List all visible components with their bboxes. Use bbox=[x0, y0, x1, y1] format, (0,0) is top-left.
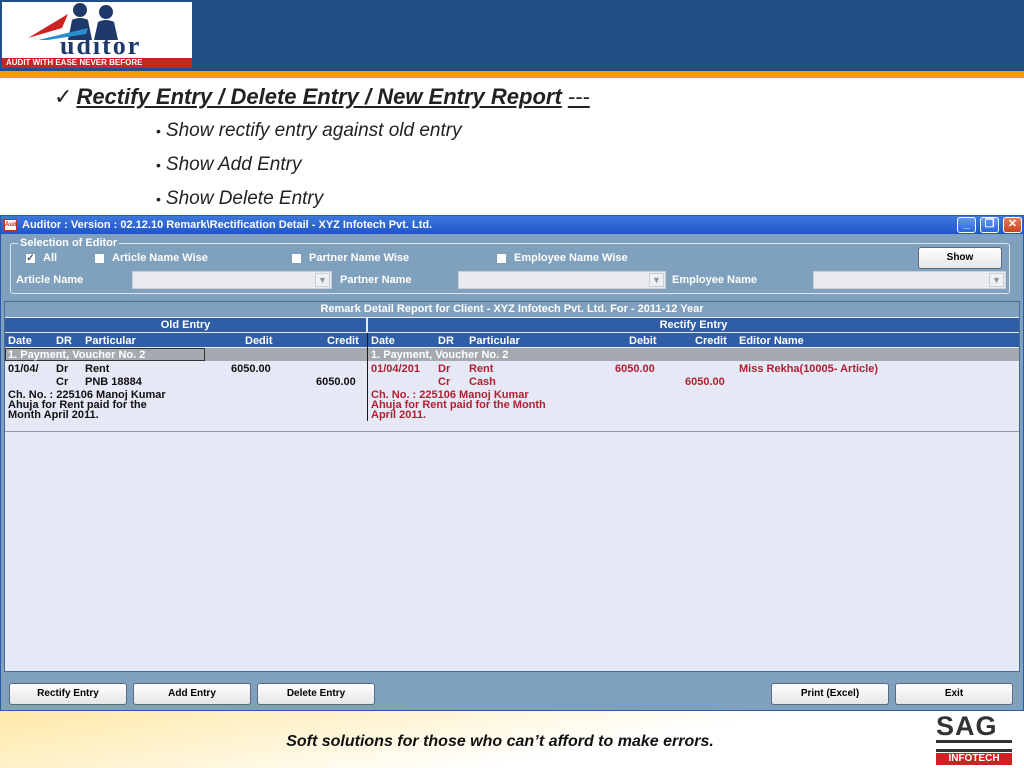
col-particular: Particular bbox=[469, 335, 520, 347]
checkmark-icon: ✓ bbox=[54, 84, 73, 109]
slide-footer: Soft solutions for those who can’t affor… bbox=[0, 711, 1024, 768]
col-dr: DR bbox=[438, 335, 454, 347]
footer-tagline: Soft solutions for those who can’t affor… bbox=[286, 733, 714, 750]
heading-text: Rectify Entry / Delete Entry / New Entry… bbox=[76, 84, 562, 109]
bullet-text: Show Delete Entry bbox=[165, 188, 324, 209]
option-article-name-wise[interactable]: Article Name Wise bbox=[94, 252, 208, 264]
add-entry-button[interactable]: Add Entry bbox=[133, 683, 251, 705]
rectify-row-editor: Miss Rekha(10005- Article) bbox=[739, 363, 878, 375]
logo-tagline: AUDIT WITH EASE NEVER BEFORE bbox=[2, 58, 192, 68]
sag-logo-lines bbox=[936, 740, 1012, 752]
rectify-row-particular: Cash bbox=[469, 376, 496, 388]
rectify-group-label: 1. Payment, Voucher No. 2 bbox=[371, 349, 509, 361]
window-titlebar[interactable]: Aud Auditor : Version : 02.12.10 Remark\… bbox=[1, 216, 1023, 234]
window-title: Auditor : Version : 02.12.10 Remark\Rect… bbox=[22, 219, 433, 231]
minimize-icon[interactable]: _ bbox=[957, 217, 976, 233]
old-group-label: 1. Payment, Voucher No. 2 bbox=[8, 349, 146, 361]
checkbox-icon[interactable] bbox=[94, 252, 105, 264]
group-row-fill bbox=[205, 348, 367, 361]
pane-divider bbox=[367, 333, 368, 421]
option-employee-name-wise[interactable]: Employee Name Wise bbox=[496, 252, 628, 264]
col-debit: Debit bbox=[629, 335, 657, 347]
col-credit: Credit bbox=[327, 335, 359, 347]
exit-button[interactable]: Exit bbox=[895, 683, 1013, 705]
col-date: Date bbox=[371, 335, 395, 347]
report-area[interactable]: Remark Detail Report for Client - XYZ In… bbox=[4, 301, 1020, 672]
old-row-particular: PNB 18884 bbox=[85, 376, 142, 388]
bullet-dot-icon: • bbox=[156, 123, 161, 139]
bullet-item: • Show Add Entry bbox=[156, 154, 301, 176]
col-debit: Dedit bbox=[245, 335, 273, 347]
rectify-row-date: 01/04/201 bbox=[371, 363, 420, 375]
old-row-credit: 6050.00 bbox=[316, 376, 356, 388]
app-icon: Aud bbox=[4, 219, 17, 231]
checkbox-checked-icon[interactable]: ✓ bbox=[25, 252, 36, 264]
checkbox-icon[interactable] bbox=[291, 252, 302, 264]
report-title: Remark Detail Report for Client - XYZ In… bbox=[5, 302, 1019, 317]
old-row-dr: Dr bbox=[56, 363, 69, 375]
bullet-text: Show rectify entry against old entry bbox=[165, 120, 462, 141]
old-row-particular: Rent bbox=[85, 363, 110, 375]
col-particular: Particular bbox=[85, 335, 136, 347]
selection-group-title: Selection of Editor bbox=[18, 237, 120, 249]
sag-infotech-logo: SAG INFOTECH bbox=[934, 711, 1014, 765]
selection-panel: Selection of Editor ✓ All Article Name W… bbox=[4, 236, 1020, 298]
chevron-down-icon[interactable]: ▼ bbox=[649, 273, 664, 287]
option-label: Employee Name Wise bbox=[514, 252, 628, 264]
old-row-date: 01/04/ bbox=[8, 363, 39, 375]
chevron-down-icon[interactable]: ▼ bbox=[989, 273, 1004, 287]
rectify-entry-button[interactable]: Rectify Entry bbox=[9, 683, 127, 705]
option-label: Article Name Wise bbox=[112, 252, 208, 264]
col-dr: DR bbox=[56, 335, 72, 347]
bullet-dot-icon: • bbox=[156, 191, 161, 207]
restore-icon[interactable]: ❐ bbox=[980, 217, 999, 233]
button-bar: Rectify Entry Add Entry Delete Entry Pri… bbox=[4, 676, 1020, 708]
employee-name-select[interactable]: ▼ bbox=[813, 271, 1006, 289]
col-editor-name: Editor Name bbox=[739, 335, 804, 347]
rectify-narration: April 2011. bbox=[371, 409, 427, 421]
employee-name-label: Employee Name bbox=[672, 274, 757, 286]
old-entry-header: Old Entry bbox=[5, 318, 366, 332]
sag-logo-subtext: INFOTECH bbox=[936, 753, 1012, 765]
option-label: All bbox=[43, 252, 58, 264]
old-row-debit: 6050.00 bbox=[231, 363, 271, 375]
slide-header: uditor AUDIT WITH EASE NEVER BEFORE bbox=[0, 0, 1024, 78]
old-narration: Month April 2011. bbox=[8, 409, 99, 421]
bullet-item: • Show Delete Entry bbox=[156, 188, 323, 210]
report-row-end-line bbox=[5, 431, 1019, 432]
show-button[interactable]: Show bbox=[918, 247, 1002, 269]
rectify-entry-header: Rectify Entry bbox=[368, 318, 1019, 332]
delete-entry-button[interactable]: Delete Entry bbox=[257, 683, 375, 705]
close-icon[interactable]: ✕ bbox=[1003, 217, 1022, 233]
col-date: Date bbox=[8, 335, 32, 347]
rectify-row-dr: Cr bbox=[438, 376, 451, 388]
bullet-item: • Show rectify entry against old entry bbox=[156, 120, 462, 142]
rectify-row-dr: Dr bbox=[438, 363, 451, 375]
option-partner-name-wise[interactable]: Partner Name Wise bbox=[291, 252, 409, 264]
rectify-row-debit: 6050.00 bbox=[615, 363, 655, 375]
article-name-label: Article Name bbox=[16, 274, 84, 286]
app-window: Aud Auditor : Version : 02.12.10 Remark\… bbox=[0, 215, 1024, 711]
rectify-row-credit: 6050.00 bbox=[685, 376, 725, 388]
partner-name-select[interactable]: ▼ bbox=[458, 271, 666, 289]
article-name-select[interactable]: ▼ bbox=[132, 271, 332, 289]
chevron-down-icon[interactable]: ▼ bbox=[315, 273, 330, 287]
partner-name-label: Partner Name bbox=[340, 274, 412, 286]
print-excel-button[interactable]: Print (Excel) bbox=[771, 683, 889, 705]
auditor-logo: uditor AUDIT WITH EASE NEVER BEFORE bbox=[2, 2, 192, 68]
sag-logo-text: SAG bbox=[936, 711, 998, 741]
rectify-row-particular: Rent bbox=[469, 363, 494, 375]
logo-text: uditor bbox=[60, 31, 142, 60]
bullet-dot-icon: • bbox=[156, 157, 161, 173]
col-credit: Credit bbox=[695, 335, 727, 347]
option-label: Partner Name Wise bbox=[309, 252, 410, 264]
heading-suffix: --- bbox=[567, 84, 590, 109]
old-row-dr: Cr bbox=[56, 376, 69, 388]
option-all[interactable]: ✓ All bbox=[25, 252, 57, 264]
slide-heading: ✓ Rectify Entry / Delete Entry / New Entr… bbox=[54, 84, 590, 110]
bullet-text: Show Add Entry bbox=[165, 154, 302, 175]
checkbox-icon[interactable] bbox=[496, 252, 507, 264]
